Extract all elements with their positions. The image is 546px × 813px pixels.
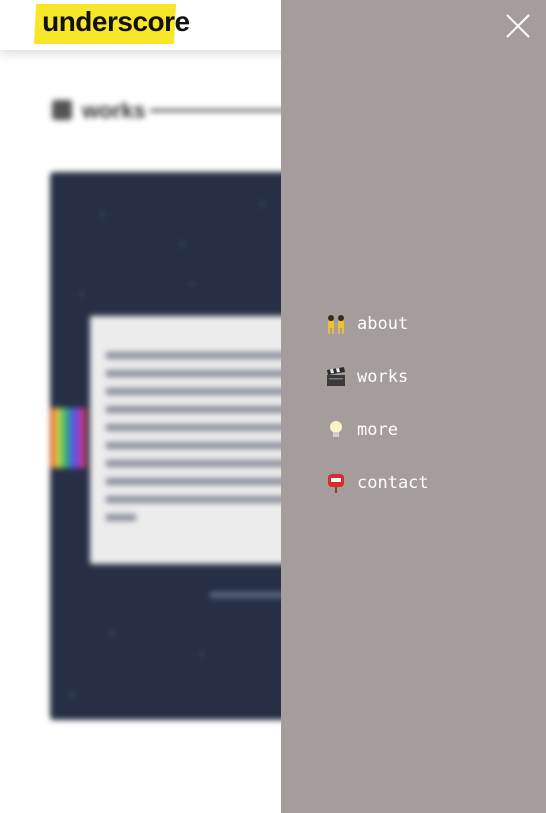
menu-item-label: about — [357, 313, 409, 334]
menu-nav: about works more contact — [281, 297, 546, 509]
people-icon — [325, 313, 347, 335]
text-line — [106, 424, 301, 431]
lightbulb-icon — [325, 419, 347, 441]
close-icon — [506, 14, 530, 38]
text-line — [106, 388, 296, 395]
menu-item-label: contact — [357, 472, 429, 493]
text-line — [106, 496, 296, 503]
text-line — [106, 478, 306, 485]
logo[interactable]: underscore — [33, 4, 190, 44]
text-line — [106, 460, 291, 467]
menu-item-about[interactable]: about — [281, 297, 546, 350]
logo-text: underscore — [42, 6, 190, 37]
mailbox-icon — [325, 472, 347, 494]
text-line — [106, 352, 306, 359]
color-strip — [50, 408, 86, 468]
tv-icon — [52, 100, 72, 120]
text-line — [106, 442, 306, 449]
clapperboard-icon — [325, 366, 347, 388]
section-label: works — [82, 98, 146, 123]
menu-item-contact[interactable]: contact — [281, 456, 546, 509]
menu-item-label: works — [357, 366, 409, 387]
text-line — [106, 514, 136, 521]
menu-item-label: more — [357, 419, 398, 440]
menu-item-more[interactable]: more — [281, 403, 546, 456]
close-button[interactable] — [504, 12, 532, 40]
menu-item-works[interactable]: works — [281, 350, 546, 403]
